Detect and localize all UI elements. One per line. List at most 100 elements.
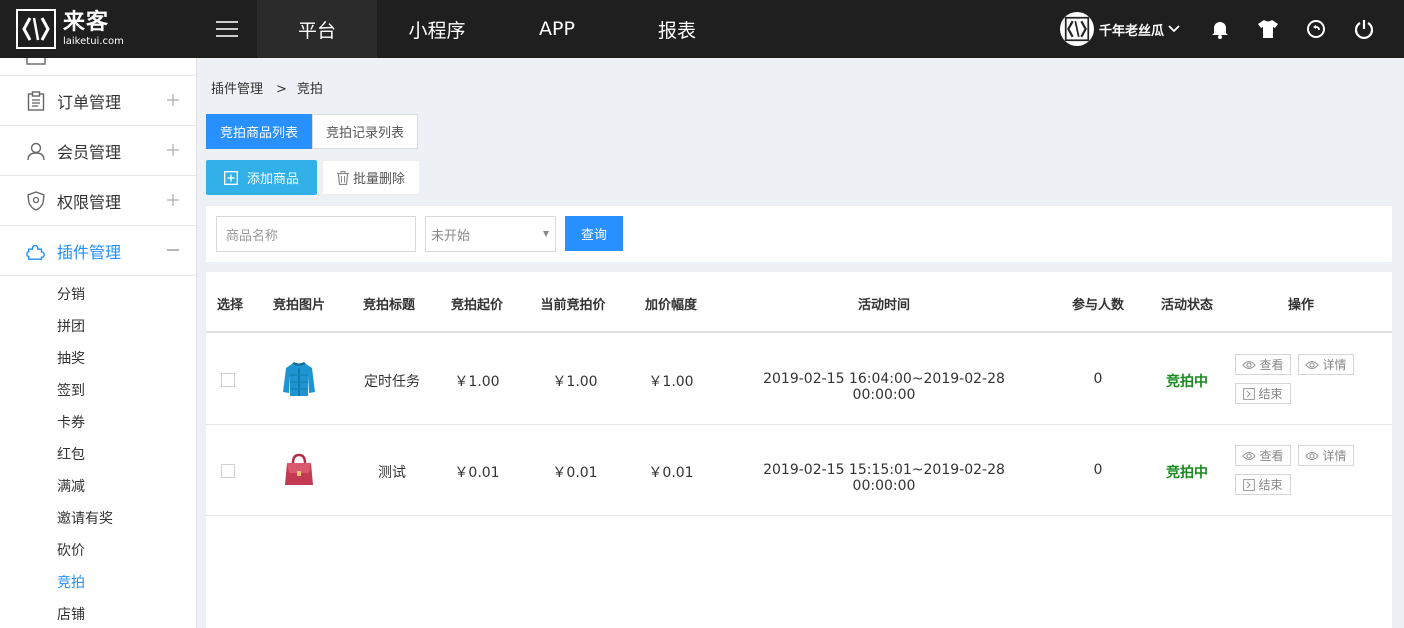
logo-title: 来客 xyxy=(63,9,110,35)
row-participants: 0 xyxy=(1093,462,1103,478)
header-select: 选择 xyxy=(216,298,243,313)
sidebar-item-orders[interactable]: 订单管理 xyxy=(0,76,196,126)
submenu-item-distribution[interactable]: 分销 xyxy=(0,279,196,311)
row-title: 定时任务 xyxy=(364,374,420,390)
row-participants: 0 xyxy=(1093,371,1103,387)
add-square-icon xyxy=(224,170,238,185)
sidebar-item-permissions[interactable]: 权限管理 xyxy=(0,176,196,226)
submenu-item-red-packet[interactable]: 红包 xyxy=(0,439,196,471)
avatar[interactable] xyxy=(1059,12,1094,46)
detail-label: 详情 xyxy=(1322,358,1347,372)
header-time: 活动时间 xyxy=(857,298,910,313)
submenu-item-bargain[interactable]: 砍价 xyxy=(0,535,196,567)
header-image: 竞拍图片 xyxy=(272,298,325,313)
view-button[interactable]: 查看 xyxy=(1235,445,1291,466)
header-increment: 加价幅度 xyxy=(644,298,697,313)
row-title: 测试 xyxy=(378,465,406,481)
end-button[interactable]: 结束 xyxy=(1235,474,1291,495)
row-time: 2019-02-15 16:04:00~2019-02-28 00:00:00 xyxy=(763,371,1005,403)
sidebar-item-label: 会员管理 xyxy=(57,142,122,162)
sidebar-item-members[interactable]: 会员管理 xyxy=(0,126,196,176)
eye-icon xyxy=(1242,451,1257,460)
detail-button[interactable]: 详情 xyxy=(1298,445,1354,466)
tab-auction-record-list[interactable]: 竞拍记录列表 xyxy=(312,114,419,149)
add-goods-button[interactable]: 添加商品 xyxy=(206,160,317,195)
plus-icon[interactable] xyxy=(164,91,182,109)
logo[interactable]: 来客 laiketui.com xyxy=(0,0,197,58)
goods-name-input[interactable]: 商品名称 xyxy=(216,216,416,252)
hamburger-icon xyxy=(216,21,238,37)
header-actions: 操作 xyxy=(1287,298,1314,313)
eye-icon xyxy=(1242,360,1257,369)
detail-button[interactable]: 详情 xyxy=(1298,354,1354,375)
shield-icon xyxy=(26,190,46,211)
minus-icon[interactable] xyxy=(164,241,182,259)
tab-auction-goods-list[interactable]: 竞拍商品列表 xyxy=(206,114,313,149)
submenu-item-lottery[interactable]: 抽奖 xyxy=(0,343,196,375)
batch-delete-button[interactable]: 批量删除 xyxy=(322,160,420,195)
sidebar-item-plugins[interactable]: 插件管理 xyxy=(0,226,196,276)
dropdown-arrow-icon xyxy=(543,231,549,237)
eye-icon xyxy=(1305,451,1320,460)
refresh-icon[interactable] xyxy=(1304,17,1328,41)
product-image-jacket xyxy=(278,358,320,400)
end-label: 结束 xyxy=(1258,478,1283,492)
submenu: 分销 拼团 抽奖 签到 卡券 红包 满减 邀请有奖 砍价 竞拍 店铺 xyxy=(0,276,196,628)
submenu-item-checkin[interactable]: 签到 xyxy=(0,375,196,407)
exit-icon xyxy=(1243,387,1256,400)
status-badge: 竞拍中 xyxy=(1166,465,1208,481)
header-status: 活动状态 xyxy=(1160,298,1213,313)
header-start-price: 竞拍起价 xyxy=(450,298,503,313)
submenu-item-auction[interactable]: 竞拍 xyxy=(0,567,196,599)
sidebar-item-label: 权限管理 xyxy=(57,192,122,212)
row-increment: ￥1.00 xyxy=(648,374,694,390)
detail-label: 详情 xyxy=(1322,449,1347,463)
tshirt-icon[interactable] xyxy=(1256,17,1280,41)
sidebar-item-partial[interactable] xyxy=(0,58,196,76)
submenu-item-store[interactable]: 店铺 xyxy=(0,599,196,628)
top-bar: 来客 laiketui.com 平台 小程序 APP 报表 千年老丝瓜 xyxy=(0,0,1404,58)
row-checkbox[interactable] xyxy=(221,373,235,387)
plus-icon[interactable] xyxy=(164,191,182,209)
submenu-item-discount[interactable]: 满减 xyxy=(0,471,196,503)
end-button[interactable]: 结束 xyxy=(1235,383,1291,404)
plus-icon[interactable] xyxy=(164,141,182,159)
submenu-item-invite[interactable]: 邀请有奖 xyxy=(0,503,196,535)
username[interactable]: 千年老丝瓜 xyxy=(1099,20,1164,39)
scrollbar[interactable] xyxy=(1392,58,1404,628)
sidebar-item-label: 订单管理 xyxy=(57,92,122,112)
auction-table: 选择 竞拍图片 竞拍标题 竞拍起价 当前竞拍价 加价幅度 活动时间 参与人数 活… xyxy=(206,272,1392,628)
nav-platform[interactable]: 平台 xyxy=(257,0,377,58)
query-button[interactable]: 查询 xyxy=(565,216,623,251)
view-label: 查看 xyxy=(1259,358,1284,372)
status-select-value: 未开始 xyxy=(431,228,471,244)
table-row: 定时任务 ￥1.00 ￥1.00 ￥1.00 2019-02-15 16:04:… xyxy=(206,334,1392,425)
row-start-price: ￥0.01 xyxy=(454,465,500,481)
bell-icon[interactable] xyxy=(1208,17,1232,41)
status-select[interactable]: 未开始 xyxy=(425,216,556,252)
nav-report[interactable]: 报表 xyxy=(617,0,737,58)
view-button[interactable]: 查看 xyxy=(1235,354,1291,375)
nav-miniprogram[interactable]: 小程序 xyxy=(377,0,497,58)
logo-domain: laiketui.com xyxy=(63,35,124,47)
submenu-item-coupon[interactable]: 卡券 xyxy=(0,407,196,439)
row-current-price: ￥1.00 xyxy=(552,374,598,390)
main-content: 插件管理 > 竞拍 竞拍商品列表 竞拍记录列表 添加商品 批量删除 商品名称 未开始… xyxy=(206,58,1392,628)
end-label: 结束 xyxy=(1258,387,1283,401)
row-time: 2019-02-15 15:15:01~2019-02-28 00:00:00 xyxy=(763,462,1005,494)
puzzle-icon xyxy=(26,241,46,261)
breadcrumb-parent[interactable]: 插件管理 xyxy=(211,82,263,97)
header-current-price: 当前竞拍价 xyxy=(540,298,606,313)
row-checkbox[interactable] xyxy=(221,464,235,478)
header-participants: 参与人数 xyxy=(1071,298,1124,313)
top-nav: 平台 小程序 APP 报表 xyxy=(257,0,737,58)
row-current-price: ￥0.01 xyxy=(552,465,598,481)
nav-app[interactable]: APP xyxy=(497,0,617,58)
menu-toggle-button[interactable] xyxy=(197,0,257,58)
status-badge: 竞拍中 xyxy=(1166,374,1208,390)
power-icon[interactable] xyxy=(1352,17,1376,41)
header-title: 竞拍标题 xyxy=(362,298,415,313)
chevron-down-icon[interactable] xyxy=(1168,21,1180,37)
submenu-item-group-buy[interactable]: 拼团 xyxy=(0,311,196,343)
breadcrumb: 插件管理 > 竞拍 xyxy=(211,78,323,97)
